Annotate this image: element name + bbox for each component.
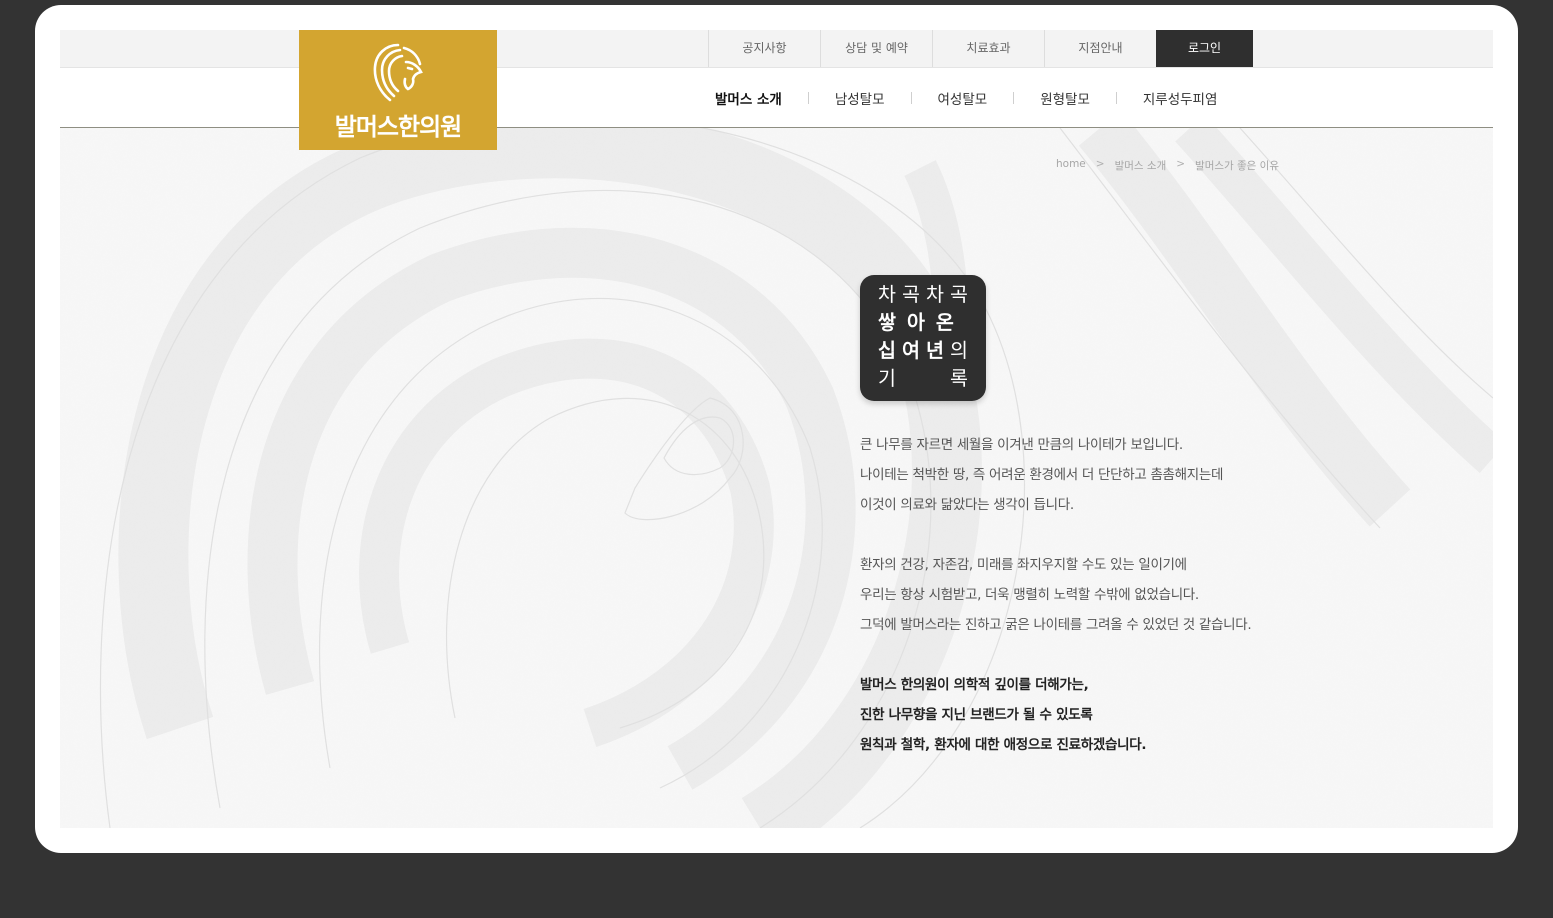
paragraph-line: 환자의 건강, 자존감, 미래를 좌지우지할 수도 있는 일이기에 xyxy=(860,557,1187,573)
badge-char: 차 xyxy=(878,283,896,306)
badge-char: 아 xyxy=(906,311,925,334)
badge-char: 곡 xyxy=(902,283,920,306)
badge-char: 곡 xyxy=(950,283,968,306)
paragraph-line: 원칙과 철학, 환자에 대한 애정으로 진료하겠습니다. xyxy=(860,737,1147,753)
nav-divider xyxy=(910,91,912,104)
badge-row: 기 록 xyxy=(878,366,968,392)
badge-char: 기 xyxy=(878,367,896,390)
nav-notice-link[interactable]: 공지사항 xyxy=(708,30,820,67)
mission-paragraph: 환자의 건강, 자존감, 미래를 좌지우지할 수도 있는 일이기에 우리는 항상… xyxy=(860,550,1252,640)
main-nav-about[interactable]: 발머스 소개 xyxy=(715,88,782,108)
intro-paragraph: 큰 나무를 자르면 세월을 이겨낸 만큼의 나이테가 보입니다. 나이테는 척박… xyxy=(860,430,1223,520)
page: 공지사항 상담 및 예약 치료효과 지점안내 로그인 발머스 소개 남성탈모 여… xyxy=(60,30,1493,828)
lion-head-icon xyxy=(373,43,423,102)
badge-char: 년 xyxy=(926,339,944,362)
breadcrumb-separator: > xyxy=(1176,158,1186,170)
breadcrumb: home > 발머스 소개 > 발머스가 좋은 이유 xyxy=(1056,158,1279,173)
nav-divider xyxy=(1013,91,1015,104)
nav-branch-info-link[interactable]: 지점안내 xyxy=(1044,30,1156,67)
badge-row: 십 여 년 의 xyxy=(878,338,968,364)
nav-divider xyxy=(807,91,809,104)
main-nav-bar: 발머스 소개 남성탈모 여성탈모 원형탈모 지루성두피염 xyxy=(60,68,1493,128)
badge-char: 여 xyxy=(902,339,920,362)
device-frame: 공지사항 상담 및 예약 치료효과 지점안내 로그인 발머스 소개 남성탈모 여… xyxy=(35,5,1518,853)
badge-char: 쌓 xyxy=(878,311,896,334)
breadcrumb-current: 발머스가 좋은 이유 xyxy=(1195,160,1280,172)
brand-logo[interactable]: 발머스한의원 xyxy=(299,30,497,150)
badge-char: 록 xyxy=(950,367,968,390)
paragraph-line: 우리는 항상 시험받고, 더욱 맹렬히 노력할 수밖에 없었습니다. xyxy=(860,587,1199,603)
paragraph-line: 그덕에 발머스라는 진하고 굵은 나이테를 그려올 수 있었던 것 같습니다. xyxy=(860,617,1252,633)
login-button[interactable]: 로그인 xyxy=(1156,30,1253,67)
main-nav: 발머스 소개 남성탈모 여성탈모 원형탈모 지루성두피염 xyxy=(715,68,1217,127)
badge-row: 차 곡 차 곡 xyxy=(878,282,968,308)
promise-paragraph: 발머스 한의원이 의학적 깊이를 더해가는, 진한 나무향을 지닌 브랜드가 될… xyxy=(860,670,1146,760)
main-nav-female-hair-loss[interactable]: 여성탈모 xyxy=(938,88,988,108)
main-nav-seborrheic-dermatitis[interactable]: 지루성두피염 xyxy=(1143,88,1218,108)
utility-bar: 공지사항 상담 및 예약 치료효과 지점안내 로그인 xyxy=(60,30,1493,68)
nav-divider xyxy=(1115,91,1117,104)
brand-name: 발머스한의원 xyxy=(334,113,462,141)
paragraph-line: 발머스 한의원이 의학적 깊이를 더해가는, xyxy=(860,677,1089,693)
main-nav-alopecia-areata[interactable]: 원형탈모 xyxy=(1040,88,1090,108)
headline-badge: 차 곡 차 곡 쌓 아 온 십 여 년 의 기 록 xyxy=(860,275,986,401)
paragraph-line: 이것이 의료와 닮았다는 생각이 듭니다. xyxy=(860,497,1074,513)
badge-char: 의 xyxy=(950,339,968,362)
badge-char: 온 xyxy=(935,311,954,334)
badge-row: 쌓 아 온 xyxy=(878,310,968,336)
utility-nav: 공지사항 상담 및 예약 치료효과 지점안내 로그인 xyxy=(708,30,1253,67)
paragraph-line: 나이테는 척박한 땅, 즉 어려운 환경에서 더 단단하고 촘촘해지는데 xyxy=(860,467,1224,483)
tree-ring-background xyxy=(60,128,1493,828)
nav-consult-reservation-link[interactable]: 상담 및 예약 xyxy=(820,30,932,67)
paragraph-line: 큰 나무를 자르면 세월을 이겨낸 만큼의 나이테가 보입니다. xyxy=(860,437,1183,453)
main-nav-male-hair-loss[interactable]: 남성탈모 xyxy=(835,88,885,108)
paragraph-line: 진한 나무향을 지닌 브랜드가 될 수 있도록 xyxy=(860,707,1093,723)
breadcrumb-separator: > xyxy=(1095,158,1105,170)
badge-char: 십 xyxy=(878,339,896,362)
breadcrumb-home[interactable]: home xyxy=(1056,158,1086,173)
badge-char: 차 xyxy=(926,283,944,306)
nav-treatment-results-link[interactable]: 치료효과 xyxy=(932,30,1044,67)
breadcrumb-about[interactable]: 발머스 소개 xyxy=(1115,158,1167,173)
